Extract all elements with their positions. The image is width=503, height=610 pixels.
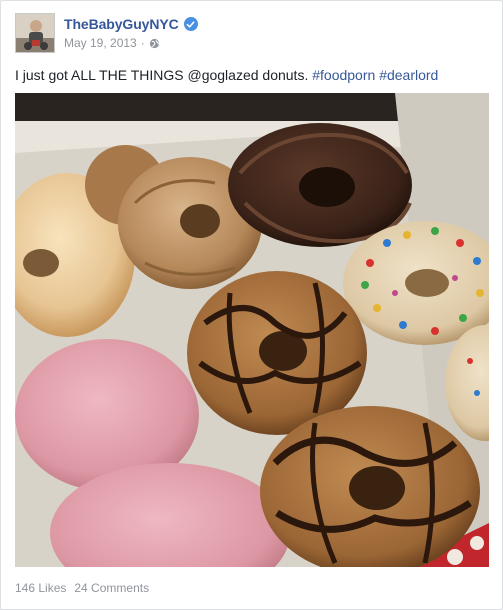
- post-header: TheBabyGuyNYC May 19, 2013 ·: [15, 13, 198, 53]
- author-name[interactable]: TheBabyGuyNYC: [64, 16, 179, 32]
- post-meta: May 19, 2013 ·: [64, 36, 198, 50]
- globe-icon[interactable]: [149, 38, 160, 49]
- avatar[interactable]: [15, 13, 55, 53]
- meta-separator: ·: [140, 36, 145, 50]
- post-photo[interactable]: [15, 93, 489, 567]
- verified-badge-icon: [183, 17, 198, 31]
- hashtag-dearlord[interactable]: #dearlord: [379, 67, 438, 83]
- post-text-body: I just got ALL THE THINGS @goglazed donu…: [15, 67, 313, 83]
- comments-count[interactable]: 24 Comments: [74, 581, 149, 595]
- likes-count[interactable]: 146 Likes: [15, 581, 66, 595]
- author-block: TheBabyGuyNYC May 19, 2013 ·: [64, 13, 198, 53]
- hashtag-foodporn[interactable]: #foodporn: [312, 67, 375, 83]
- post-footer: 146 Likes 24 Comments: [15, 581, 149, 595]
- post-date[interactable]: May 19, 2013: [64, 36, 137, 50]
- chocolate-cruller: [228, 123, 412, 247]
- donut-box-photo: [15, 93, 489, 567]
- post-text: I just got ALL THE THINGS @goglazed donu…: [15, 66, 485, 84]
- post-card: TheBabyGuyNYC May 19, 2013 · I just got …: [0, 0, 503, 610]
- author-line: TheBabyGuyNYC: [64, 15, 198, 33]
